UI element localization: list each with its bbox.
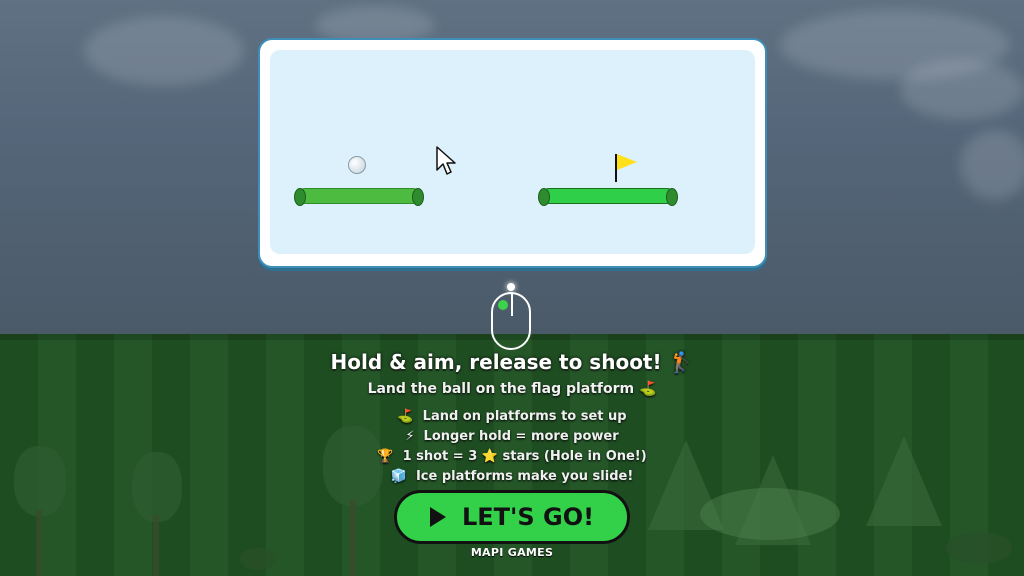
- mouse-divider: [511, 294, 513, 316]
- trophy-icon: 🏆: [377, 449, 394, 464]
- tip-text: Ice platforms make you slide!: [415, 469, 634, 484]
- flag-icon: ⛳: [397, 409, 414, 424]
- tip-item: 🧊 Ice platforms make you slide!: [0, 467, 1024, 487]
- flag-platform: [538, 188, 678, 206]
- mouse-icon: [491, 292, 531, 350]
- mouse-left-button-icon: [498, 300, 508, 310]
- ice-cube-icon: 🧊: [390, 469, 407, 484]
- cloud: [84, 16, 244, 86]
- tutorial-title: Hold & aim, release to shoot! 🏌: [330, 350, 694, 374]
- golf-ball: [348, 156, 366, 174]
- cursor-icon: [436, 146, 456, 175]
- lightning-icon: ⚡: [405, 429, 415, 444]
- platform-end: [538, 188, 550, 206]
- pond: [700, 488, 840, 540]
- platform-end: [412, 188, 424, 206]
- platform-end: [666, 188, 678, 206]
- lets-go-button[interactable]: LET'S GO!: [394, 490, 630, 544]
- tutorial-demo-area: [270, 50, 755, 254]
- tip-text: 1 shot = 3 ⭐ stars (Hole in One!): [402, 449, 647, 464]
- tip-text: Land on platforms to set up: [422, 409, 627, 424]
- tree-trunk: [36, 510, 42, 576]
- play-icon: [429, 507, 446, 527]
- tip-item: 🏆 1 shot = 3 ⭐ stars (Hole in One!): [0, 447, 1024, 467]
- tree-trunk: [350, 500, 356, 576]
- cloud: [900, 60, 1024, 120]
- lets-go-label: LET'S GO!: [461, 503, 595, 531]
- tutorial-subtitle: Land the ball on the flag platform ⛳: [367, 381, 657, 397]
- brand-label: MAPI GAMES: [470, 546, 554, 559]
- flag-icon: [617, 154, 637, 170]
- cloud: [960, 130, 1024, 200]
- start-platform: [294, 188, 424, 206]
- tip-item: ⛳ Land on platforms to set up: [0, 407, 1024, 427]
- tips-list: ⛳ Land on platforms to set up ⚡ Longer h…: [0, 407, 1024, 487]
- tip-item: ⚡ Longer hold = more power: [0, 427, 1024, 447]
- mouse-click-indicator: [507, 283, 515, 291]
- platform-end: [294, 188, 306, 206]
- tutorial-demo-panel: [258, 38, 767, 268]
- tip-text: Longer hold = more power: [423, 429, 619, 444]
